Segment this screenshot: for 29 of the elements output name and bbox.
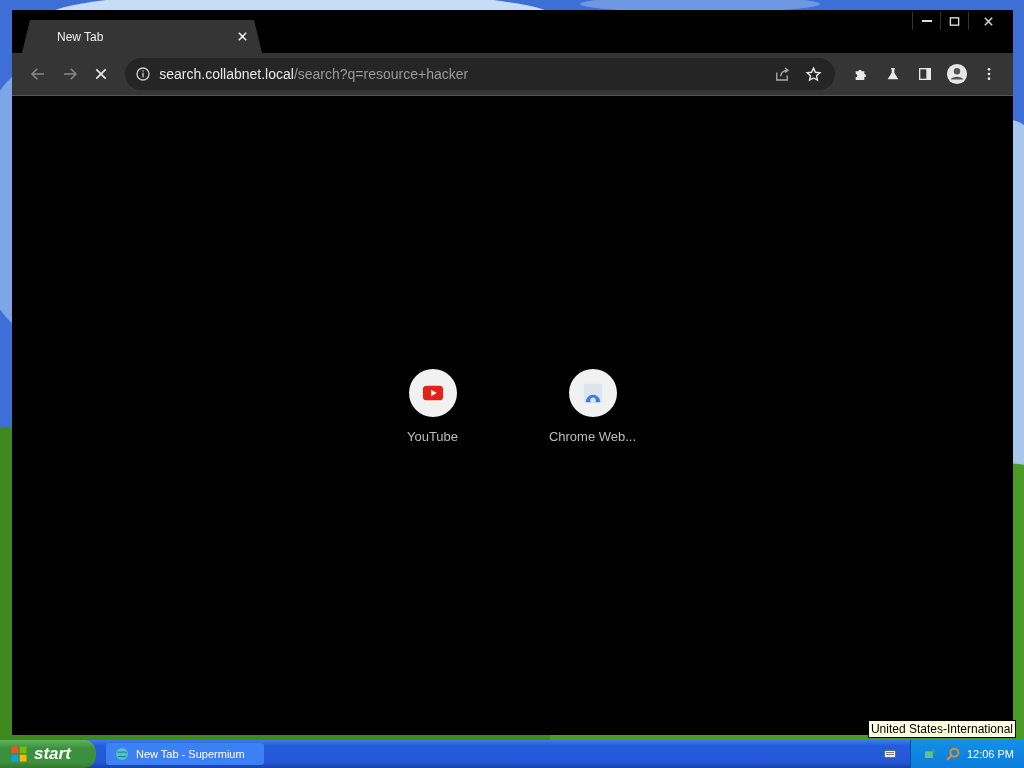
flask-icon [885,66,901,82]
maximize-icon [949,15,960,27]
tooltip: United States-International [867,720,1016,738]
info-icon [135,66,152,82]
address-bar[interactable]: search.collabnet.local/search?q=resource+hacker [125,58,835,90]
clock: 12:06 PM [966,748,1014,760]
star-icon [804,65,822,83]
windows-logo-icon [10,745,28,763]
close-icon [237,31,248,42]
shortcut-tile[interactable]: YouTube [384,369,481,444]
side-panel-icon [917,66,933,82]
shortcut-tile[interactable]: Chrome Web... [544,369,641,444]
browser-tab[interactable]: New Tab [22,20,262,53]
shortcut-label: Chrome Web... [548,429,637,444]
store-icon [581,382,604,404]
search-icon [944,746,961,762]
close-tab-button[interactable] [237,31,248,42]
share-icon [773,65,791,83]
back-arrow-icon [28,65,47,83]
avatar-icon [946,63,968,85]
shortcut-label: YouTube [406,429,459,444]
keyboard-icon [881,748,898,760]
minimize-icon [921,20,932,22]
start-button[interactable]: start [0,740,96,768]
url-text: search.collabnet.local/search?q=resource+hacker [159,66,470,82]
tab-title: New Tab [57,29,104,44]
close-icon [983,15,994,27]
taskbar-button[interactable]: New Tab - Supermium [106,743,264,765]
globe-icon [114,746,130,762]
